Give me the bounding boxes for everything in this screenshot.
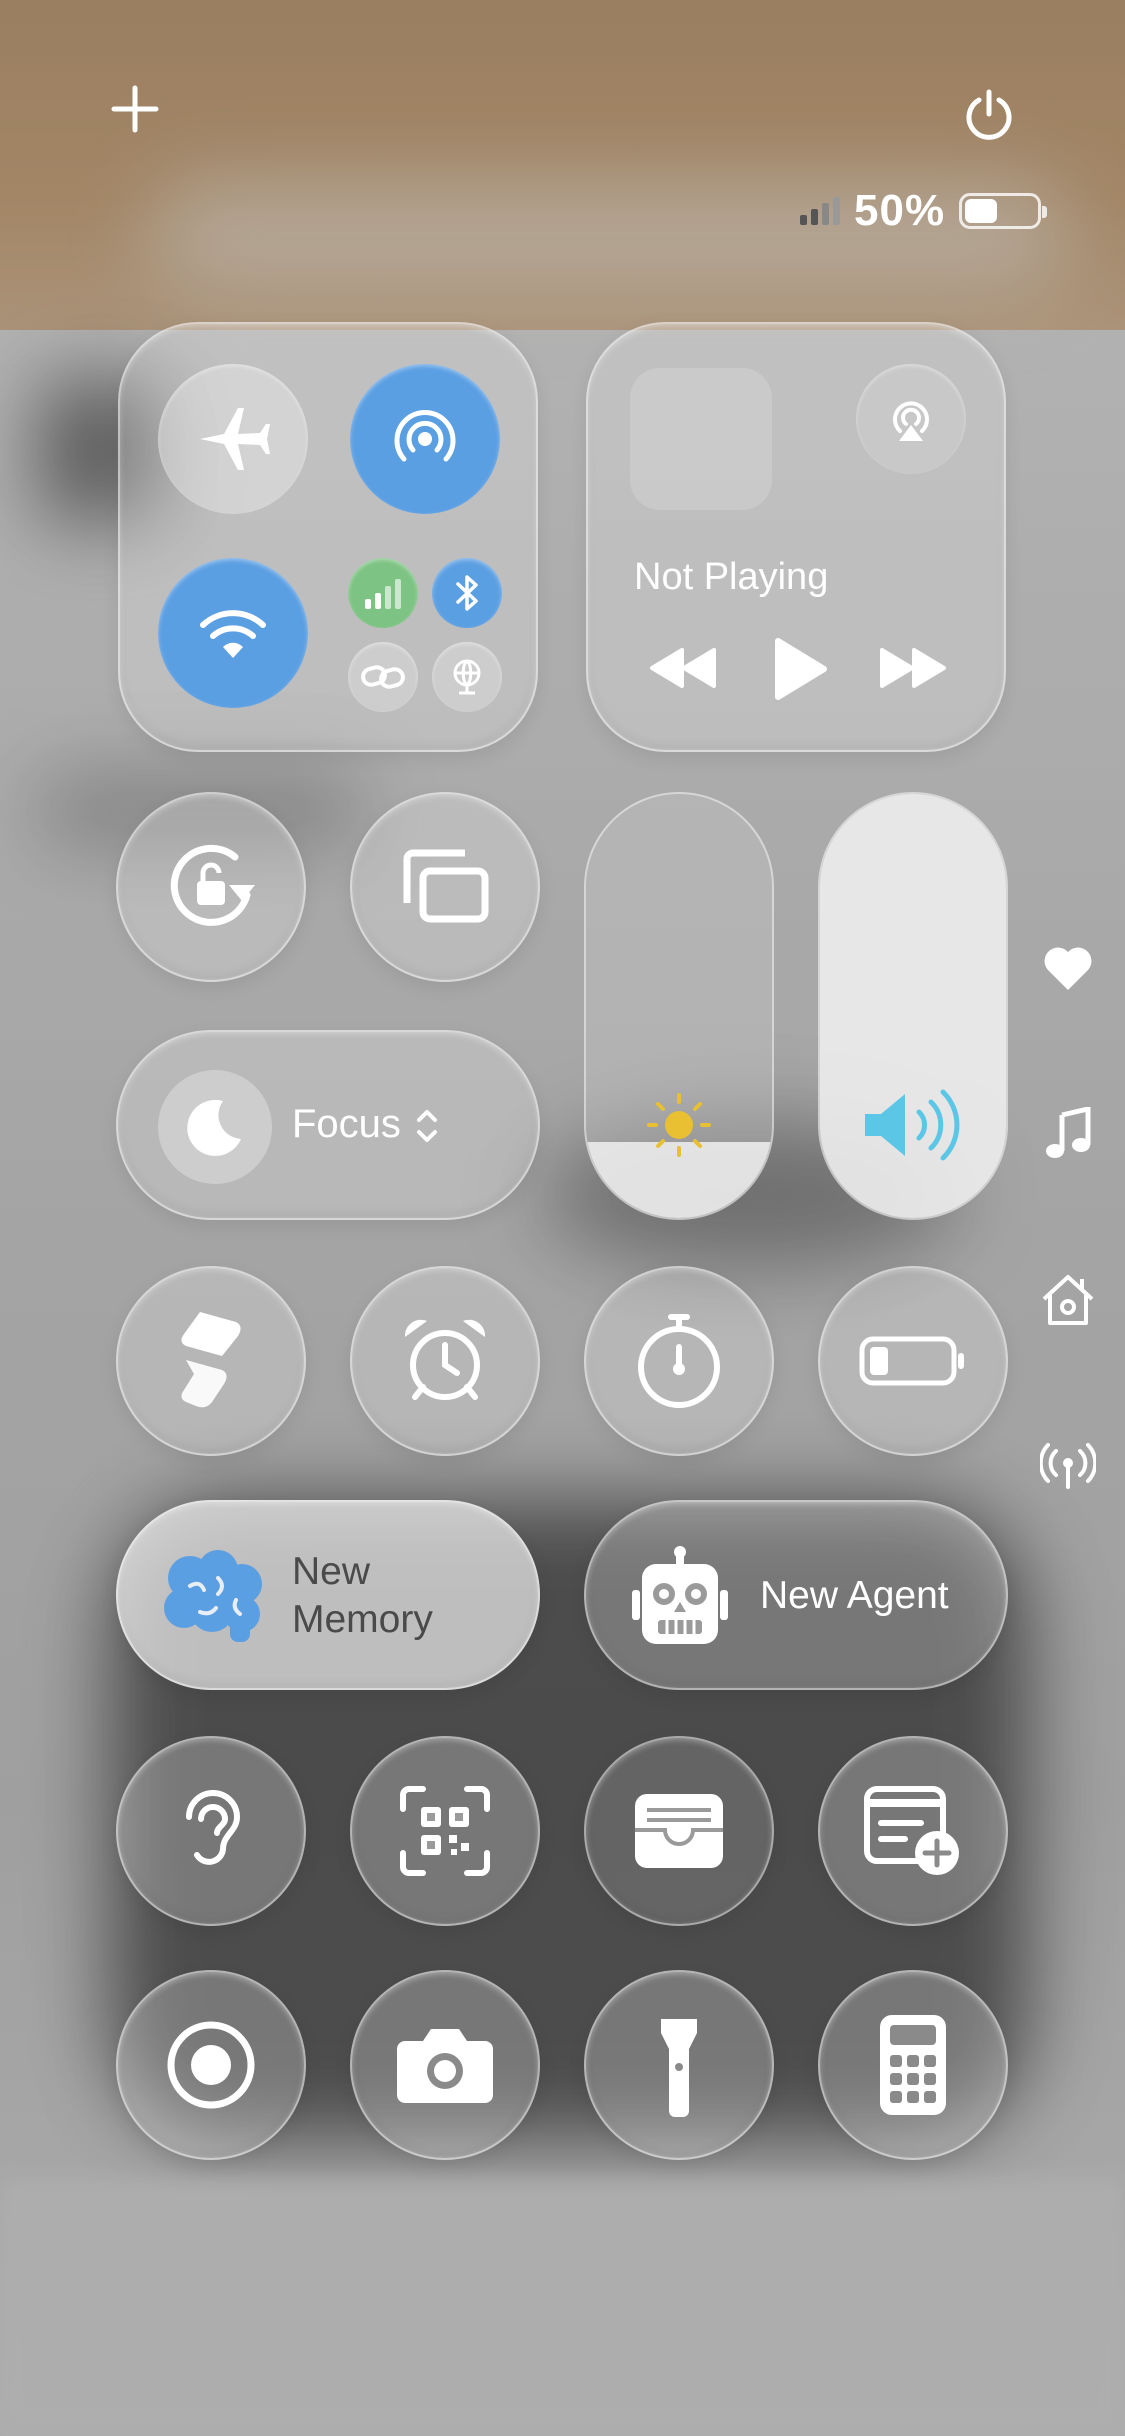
speaker-icon — [820, 1088, 1006, 1162]
antenna-icon[interactable] — [1040, 1438, 1096, 1494]
brain-icon — [164, 1550, 262, 1642]
vpn-toggle[interactable] — [432, 642, 502, 712]
album-art-placeholder — [630, 368, 772, 510]
low-power-mode-button[interactable] — [818, 1266, 1008, 1456]
fast-forward-button[interactable] — [878, 646, 948, 690]
heart-icon[interactable] — [1040, 940, 1096, 996]
rewind-button[interactable] — [648, 646, 718, 690]
connectivity-module — [118, 322, 538, 752]
new-agent-label: New Agent — [760, 1574, 949, 1617]
orientation-lock-button[interactable] — [116, 792, 306, 982]
battery-percent: 50% — [854, 186, 946, 235]
airdrop-toggle[interactable] — [350, 364, 500, 514]
timer-icon — [638, 1314, 720, 1408]
cellular-toggle[interactable] — [348, 558, 418, 628]
fast-forward-icon — [880, 648, 946, 688]
alarm-button[interactable] — [350, 1266, 540, 1456]
volume-slider[interactable] — [818, 792, 1008, 1220]
robot-icon — [632, 1546, 728, 1644]
screen-mirroring-icon — [403, 849, 489, 923]
timer-button[interactable] — [584, 1266, 774, 1456]
personal-hotspot-icon — [361, 665, 405, 689]
focus-icon-circle — [158, 1070, 272, 1184]
calculator-icon — [880, 2015, 946, 2115]
orientation-lock-icon — [170, 844, 255, 926]
screen-mirroring-button[interactable] — [350, 792, 540, 982]
play-icon — [775, 638, 827, 700]
bluetooth-icon — [456, 575, 478, 611]
personal-hotspot-toggle[interactable] — [348, 642, 418, 712]
quick-note-button[interactable] — [818, 1736, 1008, 1926]
vpn-icon — [453, 659, 481, 695]
new-memory-line1: New — [292, 1550, 371, 1593]
moon-icon — [187, 1099, 241, 1156]
screen-recording-button[interactable] — [116, 1970, 306, 2160]
brightness-slider[interactable] — [584, 792, 774, 1220]
new-agent-button[interactable]: New Agent — [584, 1500, 1008, 1690]
camera-button[interactable] — [350, 1970, 540, 2160]
hearing-button[interactable] — [116, 1736, 306, 1926]
airplane-mode-toggle[interactable] — [158, 364, 308, 514]
status-bar: 50% — [800, 186, 1048, 236]
code-scanner-button[interactable] — [350, 1736, 540, 1926]
new-memory-line2: Memory — [292, 1598, 433, 1641]
new-memory-label: New Memory — [292, 1548, 433, 1644]
shortcuts-button[interactable] — [116, 1266, 306, 1456]
sun-icon — [586, 1090, 772, 1160]
cellular-icon — [365, 579, 401, 609]
airplane-mode-icon — [200, 408, 270, 470]
chevron-up-down-icon — [417, 1110, 437, 1142]
battery-icon — [959, 193, 1048, 229]
rewind-icon — [650, 648, 716, 688]
plus-icon[interactable] — [108, 82, 162, 136]
now-playing-label: Not Playing — [634, 556, 829, 598]
camera-icon — [397, 2029, 493, 2103]
screen-record-icon — [167, 2021, 255, 2109]
airdrop-icon — [394, 409, 456, 462]
focus-label: Focus — [292, 1102, 401, 1146]
qr-code-icon — [400, 1786, 490, 1876]
flashlight-button[interactable] — [584, 1970, 774, 2160]
wifi-icon — [200, 610, 266, 658]
airplay-button[interactable] — [856, 364, 966, 474]
alarm-icon — [404, 1319, 486, 1400]
wallet-icon — [635, 1794, 723, 1868]
flashlight-icon — [661, 2019, 697, 2117]
new-memory-button[interactable]: New Memory — [116, 1500, 540, 1690]
play-button[interactable] — [770, 636, 830, 702]
airplay-icon — [893, 401, 929, 441]
calculator-button[interactable] — [818, 1970, 1008, 2160]
hearing-icon — [186, 1790, 241, 1865]
focus-button[interactable]: Focus — [116, 1030, 540, 1220]
wifi-toggle[interactable] — [158, 558, 308, 708]
wallet-button[interactable] — [584, 1736, 774, 1926]
now-playing-module: Not Playing — [586, 322, 1006, 752]
music-note-icon[interactable] — [1040, 1106, 1096, 1162]
shortcuts-icon — [181, 1312, 241, 1408]
signal-strength-icon — [800, 197, 840, 225]
bluetooth-toggle[interactable] — [432, 558, 502, 628]
power-icon[interactable] — [960, 86, 1018, 144]
quick-note-icon — [864, 1786, 959, 1875]
low-power-icon — [859, 1336, 964, 1386]
home-icon[interactable] — [1040, 1272, 1096, 1328]
